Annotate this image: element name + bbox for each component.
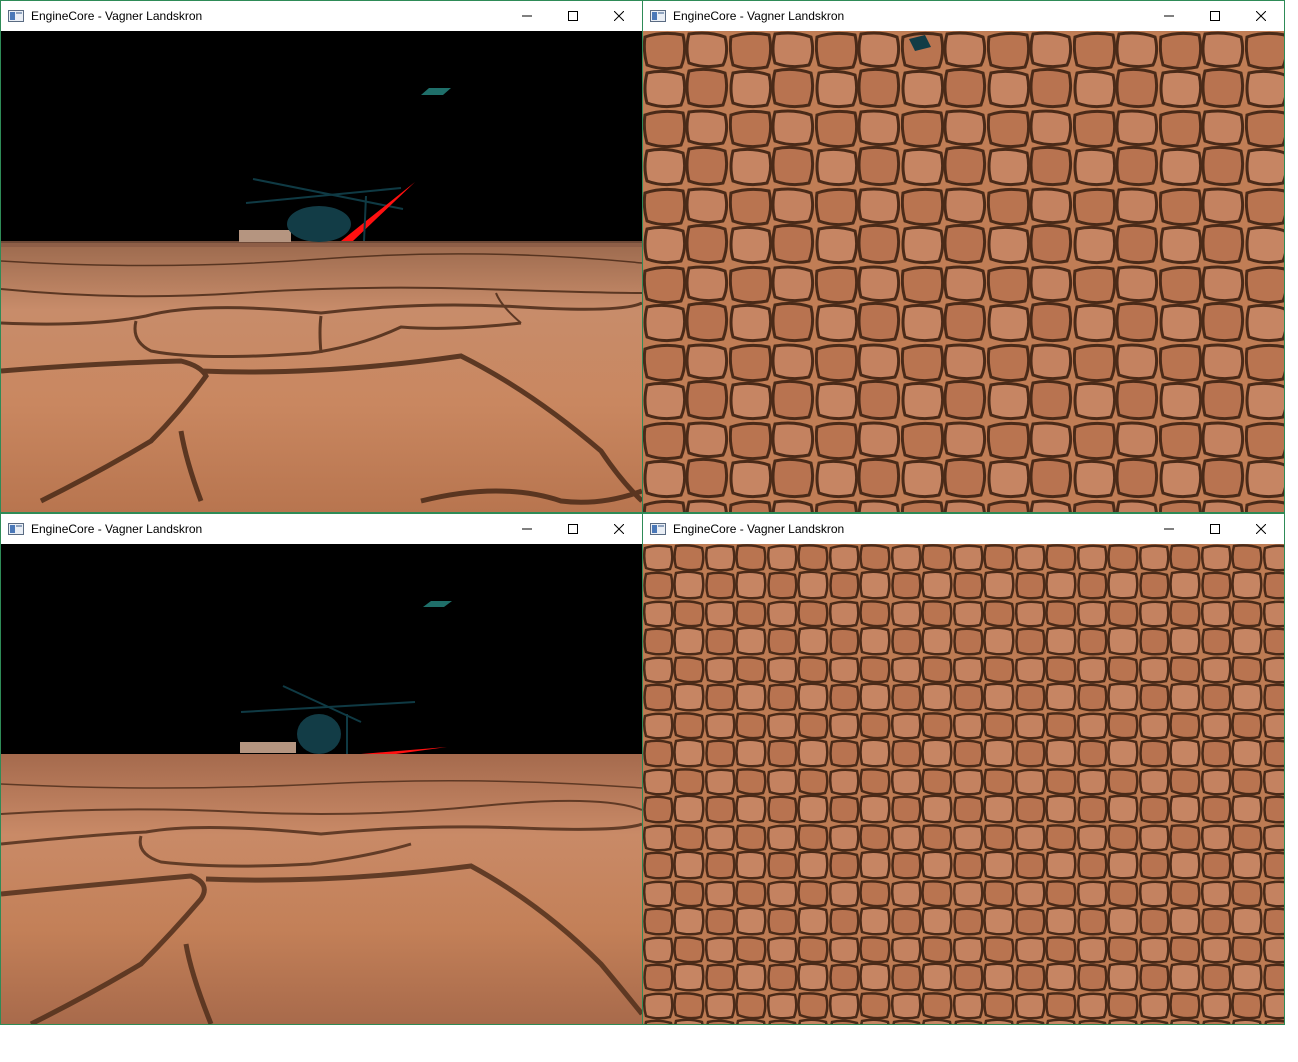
maximize-icon xyxy=(568,11,578,21)
close-icon xyxy=(1256,11,1266,21)
scene-canvas xyxy=(1,544,642,1024)
maximize-icon xyxy=(1210,524,1220,534)
minimize-icon xyxy=(1164,528,1174,530)
window-top-right[interactable]: EngineCore - Vagner Landskron xyxy=(642,0,1285,513)
close-button[interactable] xyxy=(596,514,642,544)
maximize-button[interactable] xyxy=(550,1,596,31)
brick-wall xyxy=(239,230,291,242)
close-button[interactable] xyxy=(1238,514,1284,544)
render-viewport-topdown[interactable] xyxy=(643,544,1284,1024)
brick-wall xyxy=(240,742,296,753)
minimize-icon xyxy=(522,528,532,530)
minimize-button[interactable] xyxy=(1146,1,1192,31)
minimize-button[interactable] xyxy=(504,1,550,31)
scene-canvas xyxy=(643,544,1284,1024)
window-title: EngineCore - Vagner Landskron xyxy=(673,522,845,536)
title-bar[interactable]: EngineCore - Vagner Landskron xyxy=(1,514,642,544)
minimize-icon xyxy=(522,15,532,17)
app-window-icon xyxy=(8,523,24,535)
window-bottom-right[interactable]: EngineCore - Vagner Landskron xyxy=(642,513,1285,1025)
title-bar[interactable]: EngineCore - Vagner Landskron xyxy=(1,1,642,31)
close-icon xyxy=(1256,524,1266,534)
minimize-button[interactable] xyxy=(1146,514,1192,544)
maximize-icon xyxy=(1210,11,1220,21)
render-viewport-perspective[interactable] xyxy=(1,31,642,512)
window-title: EngineCore - Vagner Landskron xyxy=(31,9,203,23)
render-viewport-perspective[interactable] xyxy=(1,544,642,1024)
close-button[interactable] xyxy=(596,1,642,31)
minimize-button[interactable] xyxy=(504,514,550,544)
terrain-topdown xyxy=(643,544,1284,1024)
window-bottom-left[interactable]: EngineCore - Vagner Landskron xyxy=(0,513,643,1025)
minimize-icon xyxy=(1164,15,1174,17)
maximize-button[interactable] xyxy=(1192,1,1238,31)
terrain xyxy=(1,754,642,1024)
maximize-button[interactable] xyxy=(1192,514,1238,544)
window-top-left[interactable]: EngineCore - Vagner Landskron xyxy=(0,0,643,513)
close-icon xyxy=(614,11,624,21)
scene-canvas xyxy=(643,31,1284,512)
maximize-button[interactable] xyxy=(550,514,596,544)
app-window-icon xyxy=(650,523,666,535)
maximize-icon xyxy=(568,524,578,534)
scene-canvas xyxy=(1,31,642,512)
close-icon xyxy=(614,524,624,534)
title-bar[interactable]: EngineCore - Vagner Landskron xyxy=(643,514,1284,544)
app-window-icon xyxy=(8,10,24,22)
app-window-icon xyxy=(650,10,666,22)
close-button[interactable] xyxy=(1238,1,1284,31)
terrain-topdown xyxy=(643,31,1284,512)
window-title: EngineCore - Vagner Landskron xyxy=(673,9,845,23)
render-viewport-topdown[interactable] xyxy=(643,31,1284,512)
window-title: EngineCore - Vagner Landskron xyxy=(31,522,203,536)
title-bar[interactable]: EngineCore - Vagner Landskron xyxy=(643,1,1284,31)
